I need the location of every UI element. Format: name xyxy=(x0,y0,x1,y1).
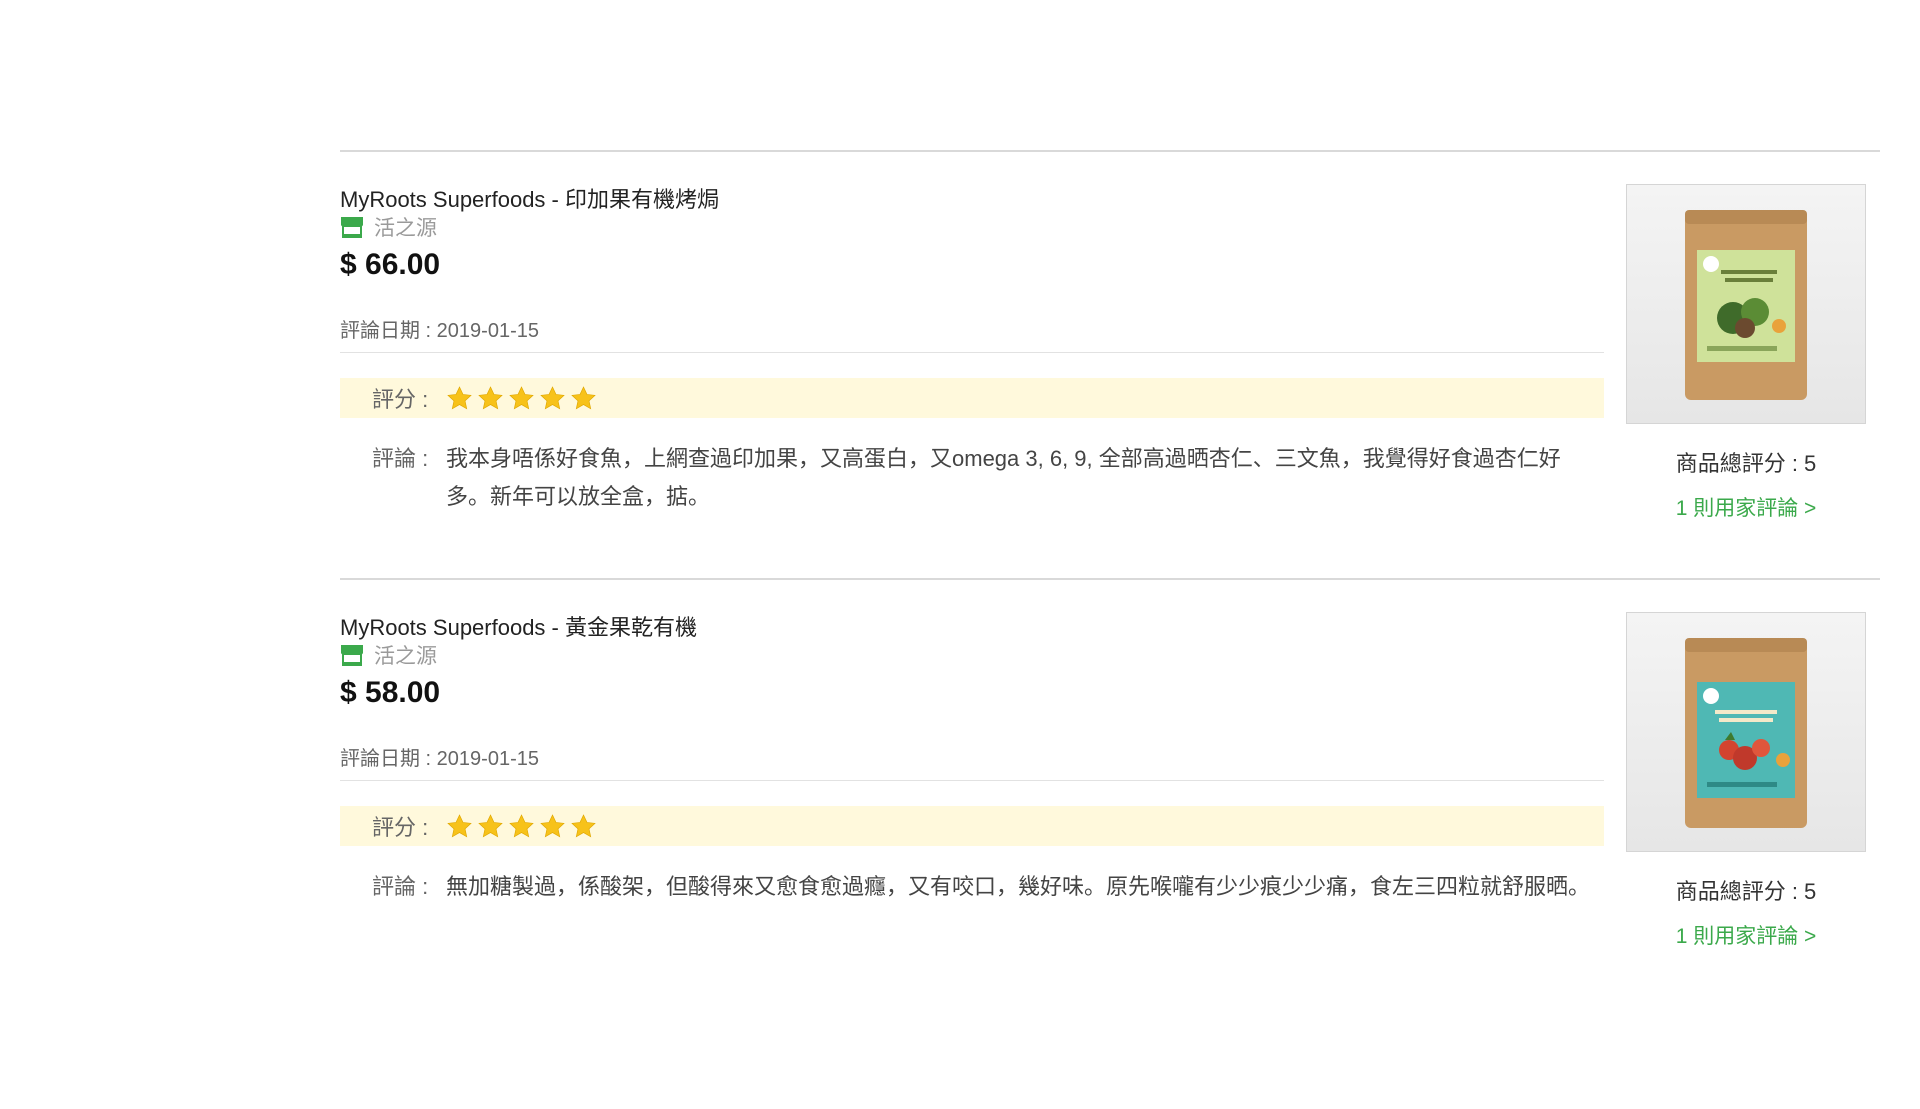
rating-label: 評分 : xyxy=(372,387,429,412)
rating-bar: 評分 : xyxy=(340,378,1604,418)
comment-text: 無加糖製過，係酸架，但酸得來又愈食愈過癮，又有咬口，幾好味。原先喉嚨有少少痕少少… xyxy=(446,874,1591,899)
divider xyxy=(340,352,1604,353)
star-icon xyxy=(571,385,596,409)
comment-label: 評論 : xyxy=(372,874,429,899)
user-reviews-link[interactable]: 1 則用家評論 > xyxy=(1626,920,1866,950)
shop-name: 活之源 xyxy=(374,645,437,668)
product-summary: 商品總評分 : 5 1 則用家評論 > xyxy=(1626,612,1866,950)
review-date: 評論日期 : 2019-01-15 xyxy=(340,320,539,342)
divider xyxy=(340,780,1604,781)
comment-text: 我本身唔係好食魚，上網查過印加果，又高蛋白，又omega 3, 6, 9, 全部… xyxy=(446,446,1561,509)
roasted-sacha-inchi-package-icon xyxy=(1685,210,1807,400)
total-rating: 商品總評分 : 5 xyxy=(1675,451,1817,476)
product-title[interactable]: MyRoots Superfoods - 黃金果乾有機 xyxy=(340,610,697,642)
review-list: MyRoots Superfoods - 印加果有機烤焗 活之源 $ 66.00… xyxy=(340,150,1880,1006)
shop-name: 活之源 xyxy=(374,217,437,240)
dried-golden-berries-package-icon xyxy=(1685,638,1807,828)
user-reviews-link[interactable]: 1 則用家評論 > xyxy=(1626,492,1866,522)
product-title[interactable]: MyRoots Superfoods - 印加果有機烤焗 xyxy=(340,182,719,214)
star-icon xyxy=(509,385,534,409)
star-icon xyxy=(509,813,534,837)
review-page: MyRoots Superfoods - 印加果有機烤焗 活之源 $ 66.00… xyxy=(0,0,1920,1109)
star-icon xyxy=(571,813,596,837)
review-card: MyRoots Superfoods - 印加果有機烤焗 活之源 $ 66.00… xyxy=(340,150,1880,578)
shop-row[interactable]: 活之源 xyxy=(340,214,437,240)
shop-icon xyxy=(341,645,363,666)
star-icon xyxy=(447,385,472,409)
star-rating xyxy=(446,385,601,412)
rating-bar: 評分 : xyxy=(340,806,1604,846)
shop-icon xyxy=(341,217,363,238)
rating-label: 評分 : xyxy=(372,815,429,840)
star-icon xyxy=(540,813,565,837)
review-comment: 評論 : 我本身唔係好食魚，上網查過印加果，又高蛋白，又omega 3, 6, … xyxy=(372,440,1612,516)
star-icon xyxy=(478,385,503,409)
product-image[interactable] xyxy=(1626,612,1866,852)
review-comment: 評論 : 無加糖製過，係酸架，但酸得來又愈食愈過癮，又有咬口，幾好味。原先喉嚨有… xyxy=(372,868,1612,906)
review-date: 評論日期 : 2019-01-15 xyxy=(340,748,539,770)
shop-row[interactable]: 活之源 xyxy=(340,642,437,668)
product-price: $ 58.00 xyxy=(340,676,441,709)
total-rating: 商品總評分 : 5 xyxy=(1675,879,1817,904)
star-rating xyxy=(446,813,601,840)
review-card: MyRoots Superfoods - 黃金果乾有機 活之源 $ 58.00 … xyxy=(340,578,1880,1006)
star-icon xyxy=(478,813,503,837)
comment-label: 評論 : xyxy=(372,446,429,471)
product-summary: 商品總評分 : 5 1 則用家評論 > xyxy=(1626,184,1866,522)
product-price: $ 66.00 xyxy=(340,248,441,281)
star-icon xyxy=(447,813,472,837)
product-image[interactable] xyxy=(1626,184,1866,424)
star-icon xyxy=(540,385,565,409)
